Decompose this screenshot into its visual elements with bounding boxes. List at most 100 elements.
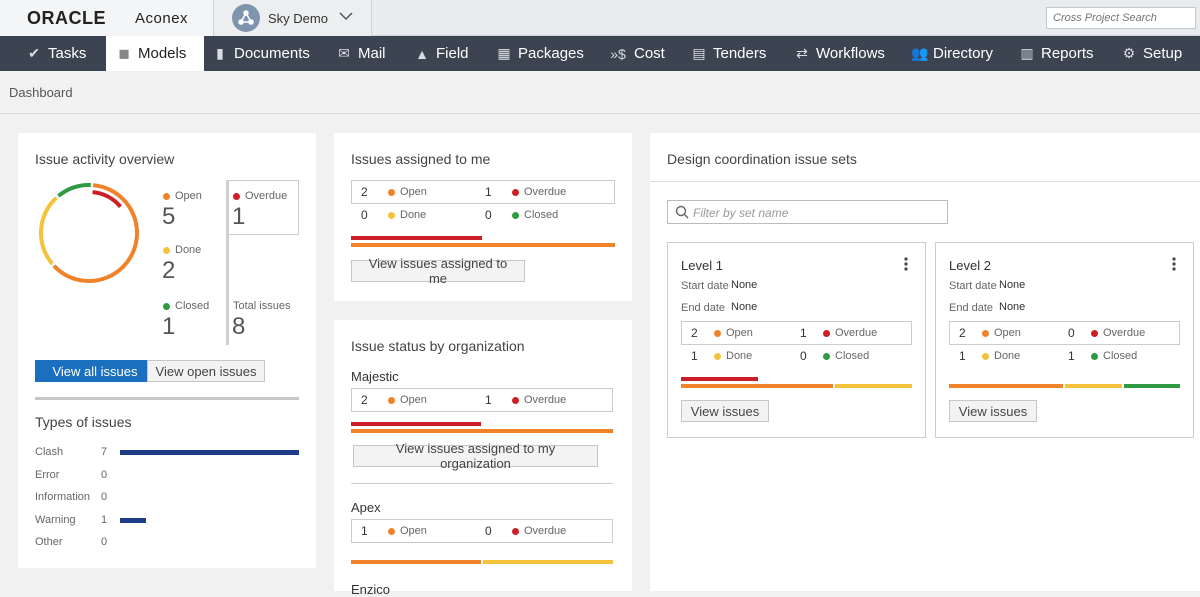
status-progress-bar	[351, 429, 613, 433]
divider	[0, 113, 1200, 114]
divider	[226, 235, 229, 345]
status-progress-bar	[351, 243, 615, 247]
nav-reports[interactable]: ▥ Reports	[1019, 36, 1093, 71]
overdue-count: 1	[485, 393, 492, 407]
done-dot	[982, 352, 989, 360]
nav-documents[interactable]: ▮ Documents	[212, 36, 310, 71]
document-icon: ▮	[216, 45, 224, 61]
panel-title: Design coordination issue sets	[667, 151, 857, 167]
nav-setup[interactable]: ⚙ Setup	[1121, 36, 1182, 71]
overdue-label: Overdue	[823, 327, 877, 339]
legend-label: Done	[400, 209, 427, 221]
done-dot	[714, 352, 721, 360]
open-count: 2	[959, 326, 966, 340]
cross-project-search-input[interactable]	[1046, 7, 1196, 29]
start-date-label: Start date	[681, 280, 729, 292]
legend-label: Open	[400, 394, 427, 406]
nav-label: Workflows	[816, 45, 885, 62]
view-issues-button[interactable]: View issues	[681, 400, 769, 422]
filter-set-input[interactable]: Filter by set name	[667, 200, 948, 224]
closed-label: Closed	[1091, 350, 1137, 362]
nav-tenders[interactable]: ▤ Tenders	[691, 36, 766, 71]
nav-label: Documents	[234, 45, 310, 62]
open-label: Open	[388, 394, 427, 406]
nav-models[interactable]: ◼ Models	[106, 36, 204, 71]
open-count: 5	[162, 203, 176, 230]
end-date-label: End date	[681, 302, 726, 314]
open-label: Open	[714, 327, 753, 339]
nav-label: Field	[436, 45, 469, 62]
open-dot	[388, 188, 395, 196]
overdue-progress-bar	[351, 236, 482, 240]
overdue-dot	[512, 396, 519, 404]
total-count: 8	[232, 313, 246, 340]
nav-mail[interactable]: ✉ Mail	[336, 36, 385, 71]
bar-chart-icon: ▥	[1020, 45, 1034, 61]
nav-field[interactable]: ▲ Field	[414, 36, 469, 71]
nav-directory[interactable]: 👥 Directory	[911, 36, 993, 71]
closed-label: Closed	[823, 350, 869, 362]
closed-count: 1	[1068, 349, 1075, 363]
nav-tasks[interactable]: ✔ Tasks	[26, 36, 86, 71]
legend-closed: Closed	[163, 300, 209, 312]
aconex-wordmark: Aconex	[135, 10, 189, 27]
start-date-value: None	[731, 279, 758, 291]
overdue-dot	[823, 329, 830, 337]
packages-icon: ▦	[497, 45, 511, 61]
nav-workflows[interactable]: ⇄ Workflows	[794, 36, 885, 71]
more-options-icon[interactable]	[904, 257, 908, 276]
nav-cost[interactable]: »$ Cost	[608, 36, 665, 71]
type-bar	[120, 450, 299, 455]
view-issues-assigned-to-me-button[interactable]: View issues assigned to me	[351, 256, 525, 286]
legend-label: Overdue	[835, 327, 878, 339]
open-progress-bar	[351, 560, 481, 564]
issue-set-card-level-1: Level 1 Start date None End date None 2 …	[667, 242, 926, 438]
end-date-value: None	[999, 301, 1026, 313]
open-progress-bar	[681, 384, 833, 388]
open-dot	[163, 192, 170, 200]
closed-label: Closed	[512, 209, 558, 221]
open-dot	[388, 527, 395, 535]
panel-title: Issue status by organization	[351, 338, 525, 354]
project-network-icon	[232, 4, 260, 32]
closed-count: 0	[800, 349, 807, 363]
divider	[650, 181, 1200, 182]
donut-segment-done	[39, 183, 139, 283]
brand-logo[interactable]: ORACLE Aconex	[0, 0, 214, 36]
type-name: Other	[35, 536, 63, 548]
open-count: 2	[361, 393, 368, 407]
chevron-down-icon	[338, 8, 354, 27]
open-count: 2	[691, 326, 698, 340]
overdue-dot	[1091, 329, 1098, 337]
legend-label: Open	[726, 327, 753, 339]
legend-label: Closed	[175, 300, 210, 312]
type-count: 7	[101, 446, 108, 458]
legend-label: Done	[994, 350, 1021, 362]
overdue-dot	[512, 188, 519, 196]
legend-label: Done	[175, 244, 202, 256]
overdue-progress-bar	[351, 422, 481, 426]
done-progress-bar	[835, 384, 912, 388]
overdue-count: 1	[232, 203, 246, 230]
view-all-issues-button[interactable]: View all issues	[35, 360, 155, 382]
nav-packages[interactable]: ▦ Packages	[496, 36, 584, 71]
project-name: Sky Demo	[268, 11, 328, 26]
type-name: Error	[35, 468, 60, 481]
done-count: 1	[959, 349, 966, 363]
set-name: Level 2	[949, 258, 991, 273]
filter-placeholder: Filter by set name	[693, 206, 789, 220]
view-issues-button[interactable]: View issues	[949, 400, 1037, 422]
legend-label: Overdue	[524, 525, 567, 537]
legend-label: Overdue	[245, 190, 288, 202]
view-issues-assigned-to-my-organization-button[interactable]: View issues assigned to my organization	[353, 441, 598, 471]
donut-segment-overdue	[46, 190, 132, 276]
legend-label: Open	[400, 186, 427, 198]
project-selector[interactable]: Sky Demo	[214, 0, 372, 36]
more-options-icon[interactable]	[1172, 257, 1176, 276]
view-open-issues-button[interactable]: View open issues	[147, 360, 265, 382]
overdue-count: 1	[800, 326, 807, 340]
type-name: Clash	[35, 446, 64, 458]
tenders-icon: ▤	[692, 45, 706, 61]
start-date-value: None	[999, 279, 1026, 291]
open-label: Open	[982, 327, 1021, 339]
